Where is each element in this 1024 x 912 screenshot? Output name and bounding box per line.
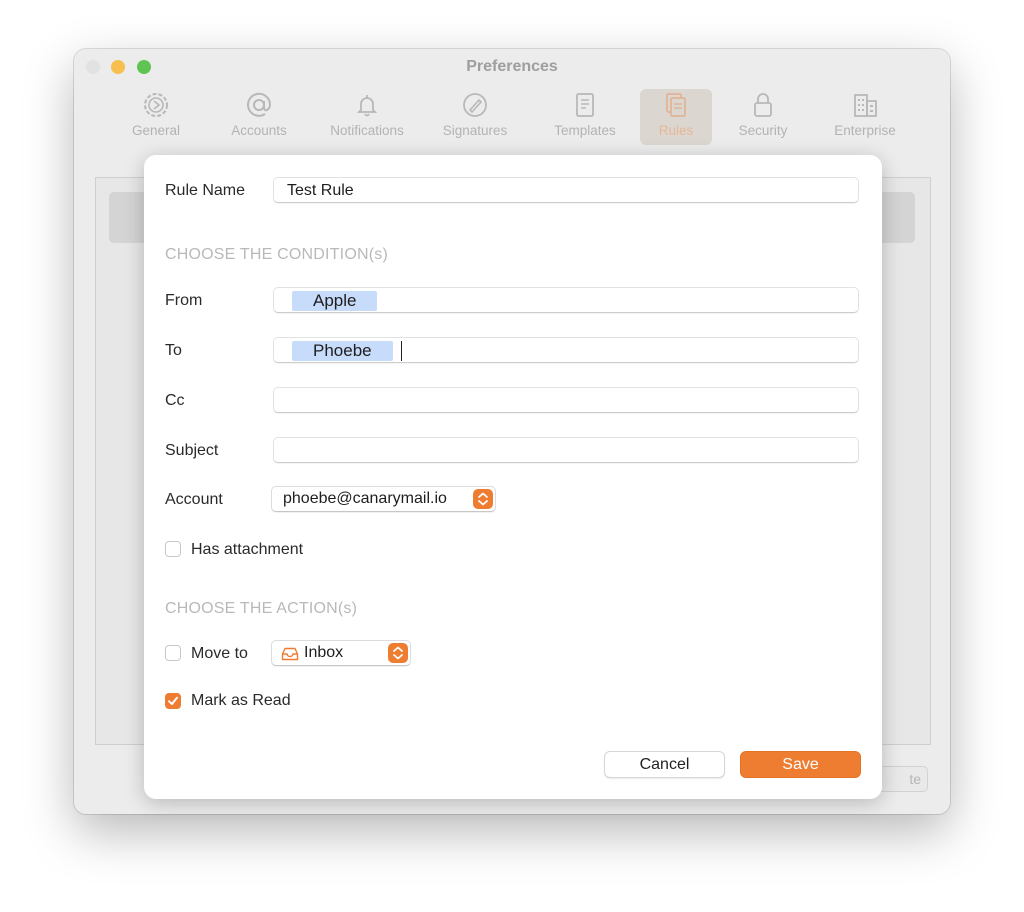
subject-field[interactable]: [273, 437, 859, 463]
text-cursor: [401, 341, 402, 361]
to-token[interactable]: Phoebe: [292, 341, 393, 361]
bell-icon: [356, 95, 378, 117]
rule-name-label: Rule Name: [165, 182, 246, 199]
has-attachment-checkbox[interactable]: [165, 541, 181, 557]
cc-label: Cc: [165, 392, 185, 409]
rule-name-field[interactable]: Test Rule: [273, 177, 859, 203]
toolbar-item-notifications[interactable]: Notifications: [317, 89, 417, 145]
mark-as-read-checkbox[interactable]: [165, 693, 181, 709]
move-to-checkbox[interactable]: [165, 645, 181, 661]
cc-field[interactable]: [273, 387, 859, 413]
gear-icon: [144, 93, 168, 117]
chevron-up-down-icon: [473, 489, 493, 509]
toolbar-item-enterprise[interactable]: Enterprise: [815, 89, 915, 145]
account-popup[interactable]: phoebe@canarymail.io: [271, 486, 496, 512]
inbox-icon: [281, 647, 299, 661]
move-to-label: Move to: [191, 645, 248, 662]
checkmark-icon: [168, 696, 178, 705]
move-to-folder-popup[interactable]: Inbox: [271, 640, 411, 666]
toolbar-item-accounts[interactable]: Accounts: [209, 89, 309, 145]
toolbar-item-rules[interactable]: Rules: [640, 89, 712, 145]
account-label: Account: [165, 491, 223, 508]
toolbar-item-label: Security: [738, 123, 788, 138]
building-icon: [854, 94, 877, 117]
at-sign-icon: [247, 92, 272, 117]
from-label: From: [165, 292, 203, 309]
toolbar-item-signatures[interactable]: Signatures: [425, 89, 525, 145]
mark-as-read-label: Mark as Read: [191, 692, 291, 709]
signature-icon: [463, 93, 487, 117]
has-attachment-label: Has attachment: [191, 541, 304, 558]
toolbar-item-general[interactable]: General: [106, 89, 206, 145]
toolbar-item-label: Notifications: [330, 123, 404, 138]
cancel-button[interactable]: Cancel: [604, 751, 725, 778]
toolbar-item-label: General: [131, 123, 181, 138]
move-to-folder-value: Inbox: [304, 644, 344, 661]
lock-icon: [754, 93, 772, 117]
save-button[interactable]: Save: [740, 751, 861, 778]
actions-heading: CHOOSE THE ACTION(s): [165, 600, 358, 617]
chevron-up-down-icon: [388, 643, 408, 663]
toolbar-item-templates[interactable]: Templates: [535, 89, 635, 145]
toolbar-item-label: Rules: [658, 123, 694, 138]
from-token[interactable]: Apple: [292, 291, 378, 311]
subject-label: Subject: [165, 442, 219, 459]
rule-name-value: Test Rule: [287, 182, 354, 199]
to-label: To: [165, 342, 182, 359]
toolbar-item-security[interactable]: Security: [713, 89, 813, 145]
toolbar-item-label: Accounts: [231, 123, 287, 138]
document-icon: [576, 93, 594, 117]
conditions-heading: CHOOSE THE CONDITION(s): [165, 246, 388, 263]
from-field[interactable]: Apple: [273, 287, 859, 313]
toolbar-item-label: Templates: [554, 123, 616, 138]
rules-icon: [666, 93, 686, 117]
toolbar-item-label: Signatures: [442, 123, 508, 138]
to-field[interactable]: Phoebe: [273, 337, 859, 363]
window-title: Preferences: [466, 58, 558, 75]
rule-editor-sheet: Rule Name Test Rule CHOOSE THE CONDITION…: [144, 155, 882, 799]
toolbar-item-label: Enterprise: [834, 123, 896, 138]
account-value: phoebe@canarymail.io: [283, 490, 447, 507]
